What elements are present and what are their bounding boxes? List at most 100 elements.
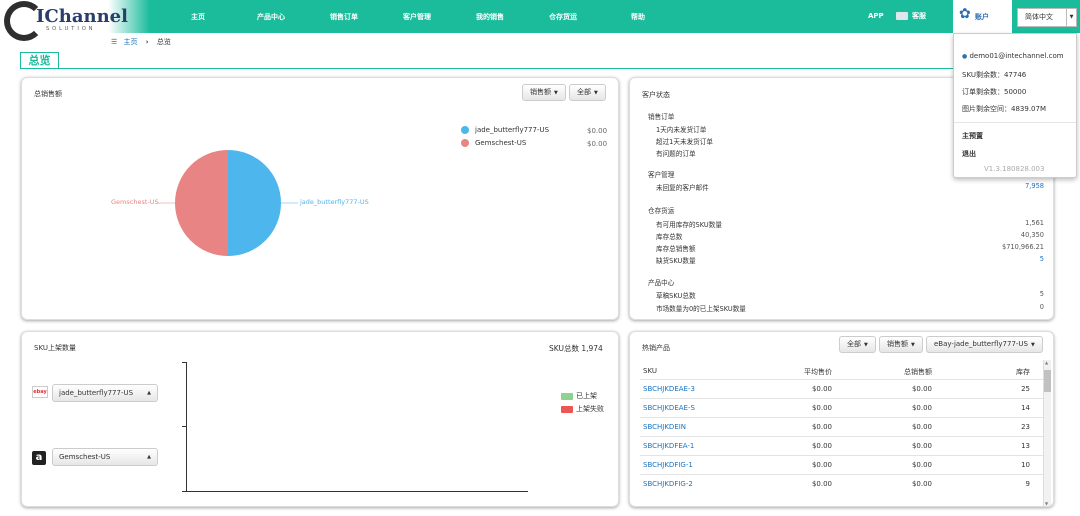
legend-dot-icon bbox=[461, 139, 469, 147]
legend-swatch-icon bbox=[561, 392, 573, 400]
menu-icon[interactable]: ☰ bbox=[111, 38, 117, 46]
status-value: $710,966.21 bbox=[1002, 243, 1044, 251]
status-label: 库存总销售额 bbox=[656, 245, 696, 253]
pie-slice-gemschest[interactable] bbox=[175, 150, 228, 256]
total-sales-cell: $0.00 bbox=[911, 480, 932, 488]
sku-remaining: SKU剩余数：47746 bbox=[962, 71, 1027, 79]
language-select[interactable]: 简体中文 ▼ bbox=[1017, 8, 1077, 27]
logo-subtext: SOLUTION bbox=[46, 26, 96, 32]
table-row[interactable]: SBCHJKDFIG-2 $0.00 $0.00 9 bbox=[640, 474, 1045, 493]
table-row[interactable]: SBCHJKDEAE-S $0.00 $0.00 14 bbox=[640, 398, 1045, 417]
scroll-down-icon[interactable]: ▼ bbox=[1045, 501, 1048, 506]
section-header-product-center: 产品中心 bbox=[648, 279, 675, 287]
store-name: Gemschest-US bbox=[59, 453, 111, 461]
app-version: V1.3.180828.003 bbox=[984, 165, 1045, 173]
status-value: 0 bbox=[1039, 303, 1044, 311]
hot-scope-button[interactable]: 全部 ▼ bbox=[839, 336, 876, 353]
image-space-remaining: 图片剩余空间：4839.07M bbox=[962, 105, 1046, 113]
caret-up-icon: ▲ bbox=[147, 454, 151, 460]
sku-link[interactable]: SBCHJKDFIG-1 bbox=[643, 461, 763, 469]
store-select-jade[interactable]: jade_butterfly777-US ▲ bbox=[52, 384, 158, 402]
hot-store-button[interactable]: eBay-jade_butterfly777-US ▼ bbox=[926, 336, 1043, 353]
breadcrumb-current: 总览 bbox=[156, 38, 171, 46]
sku-link[interactable]: SBCHJKDFEA-1 bbox=[643, 442, 763, 450]
logout-link[interactable]: 退出 bbox=[962, 149, 976, 159]
legend-item-gemschest[interactable]: Gemschest-US bbox=[461, 139, 526, 147]
hot-store-label: eBay-jade_butterfly777-US bbox=[934, 340, 1028, 348]
title-divider bbox=[20, 68, 1076, 69]
legend-label: Gemschest-US bbox=[475, 139, 527, 147]
legend-item-jade[interactable]: jade_butterfly777-US bbox=[461, 126, 549, 134]
stock-cell: 23 bbox=[1021, 423, 1030, 431]
sales-scope-label: 全部 bbox=[577, 88, 591, 96]
status-label[interactable]: 超过1天未发货订单 bbox=[656, 136, 713, 146]
scroll-up-icon[interactable]: ▲ bbox=[1045, 360, 1048, 365]
chat-icon bbox=[896, 12, 908, 20]
status-label[interactable]: 有问题的订单 bbox=[656, 148, 696, 158]
sku-link[interactable]: SBCHJKDEAE-3 bbox=[643, 385, 763, 393]
status-value: 40,350 bbox=[1020, 231, 1044, 239]
status-value-link[interactable]: 5 bbox=[984, 255, 1044, 263]
breadcrumb-separator-icon: › bbox=[145, 38, 149, 46]
page-title: 总览 bbox=[20, 52, 59, 69]
column-header-total-sales: 总销售额 bbox=[904, 368, 932, 376]
sales-scope-button[interactable]: 全部 ▼ bbox=[569, 84, 606, 101]
logo[interactable]: IChannel SOLUTION bbox=[0, 0, 150, 41]
sales-metric-button[interactable]: 销售额 ▼ bbox=[522, 84, 566, 101]
sales-metric-label: 销售额 bbox=[530, 88, 551, 96]
sku-link[interactable]: SBCHJKDFIG-2 bbox=[643, 480, 763, 488]
amazon-icon: a bbox=[32, 451, 46, 465]
total-sales-cell: $0.00 bbox=[911, 404, 932, 412]
table-row[interactable]: SBCHJKDEIN $0.00 $0.00 23 bbox=[640, 417, 1045, 436]
total-sales-cell: $0.00 bbox=[911, 423, 932, 431]
breadcrumb-home[interactable]: 主页 bbox=[124, 38, 138, 46]
nav-warehouse[interactable]: 仓存货运 bbox=[549, 12, 577, 22]
pie-slice-jade[interactable] bbox=[228, 150, 281, 256]
top-navbar: IChannel SOLUTION 主页 产品中心 销售订单 客户管理 我的销售… bbox=[0, 0, 1080, 41]
legend-failed[interactable]: 上架失败 bbox=[561, 404, 604, 414]
customer-service-label: 客服 bbox=[912, 12, 926, 20]
total-sales-panel: 总销售额 销售额 ▼ 全部 ▼ Gemschest-US jade_butterfl… bbox=[21, 77, 619, 320]
account-menu-toggle[interactable]: ✿ 账户 bbox=[953, 0, 1012, 33]
ebay-icon: ebay bbox=[32, 386, 48, 398]
legend-listed[interactable]: 已上架 bbox=[561, 391, 597, 401]
caret-down-icon: ▼ bbox=[864, 342, 868, 348]
scrollbar-thumb[interactable] bbox=[1044, 370, 1051, 392]
nav-product-center[interactable]: 产品中心 bbox=[257, 12, 285, 22]
table-row[interactable]: SBCHJKDFEA-1 $0.00 $0.00 13 bbox=[640, 436, 1045, 455]
customer-service-link[interactable]: 客服 bbox=[896, 11, 926, 21]
stock-cell: 25 bbox=[1021, 385, 1030, 393]
table-row[interactable]: SBCHJKDEAE-3 $0.00 $0.00 25 bbox=[640, 379, 1045, 398]
nav-sales-orders[interactable]: 销售订单 bbox=[330, 12, 358, 22]
section-header-customer-mgmt: 客户管理 bbox=[648, 171, 675, 179]
store-select-gemschest[interactable]: Gemschest-US ▲ bbox=[52, 448, 158, 466]
status-label: 草稿SKU总数 bbox=[656, 292, 696, 300]
pie-label-jade: jade_butterfly777-US bbox=[300, 198, 369, 206]
nav-my-sales[interactable]: 我的销售 bbox=[476, 12, 504, 22]
account-email-text: demo01@intechannel.com bbox=[969, 52, 1064, 60]
chart-x-axis bbox=[186, 491, 528, 492]
breadcrumb: ☰ 主页 › 总览 bbox=[111, 37, 171, 47]
sku-link[interactable]: SBCHJKDEIN bbox=[643, 423, 763, 431]
pie-label-gemschest: Gemschest-US bbox=[111, 198, 159, 206]
nav-customer-mgmt[interactable]: 客户管理 bbox=[403, 12, 431, 22]
status-label: 市场数量为0的已上架SKU数量 bbox=[656, 305, 746, 313]
avg-price-cell: $0.00 bbox=[811, 480, 832, 488]
user-icon: ● bbox=[962, 53, 968, 60]
account-home-link[interactable]: 主预置 bbox=[962, 131, 983, 141]
order-remaining: 订单剩余数：50000 bbox=[962, 88, 1027, 96]
account-label: 账户 bbox=[975, 13, 989, 21]
hot-metric-label: 销售额 bbox=[887, 340, 908, 348]
hot-metric-button[interactable]: 销售额 ▼ bbox=[879, 336, 923, 353]
status-value-link[interactable]: 7,958 bbox=[984, 182, 1044, 190]
table-scrollbar[interactable]: ▲ ▼ bbox=[1043, 360, 1051, 506]
nav-home[interactable]: 主页 bbox=[191, 12, 205, 22]
sku-link[interactable]: SBCHJKDEAE-S bbox=[643, 404, 763, 412]
table-row[interactable]: SBCHJKDFIG-1 $0.00 $0.00 10 bbox=[640, 455, 1045, 474]
status-label[interactable]: 1天内未发货订单 bbox=[656, 124, 706, 134]
nav-help[interactable]: 帮助 bbox=[631, 12, 645, 22]
stock-cell: 14 bbox=[1021, 404, 1030, 412]
app-link[interactable]: APP bbox=[868, 12, 884, 20]
status-label: 缺货SKU数量 bbox=[656, 257, 696, 265]
caret-up-icon: ▲ bbox=[147, 390, 151, 396]
